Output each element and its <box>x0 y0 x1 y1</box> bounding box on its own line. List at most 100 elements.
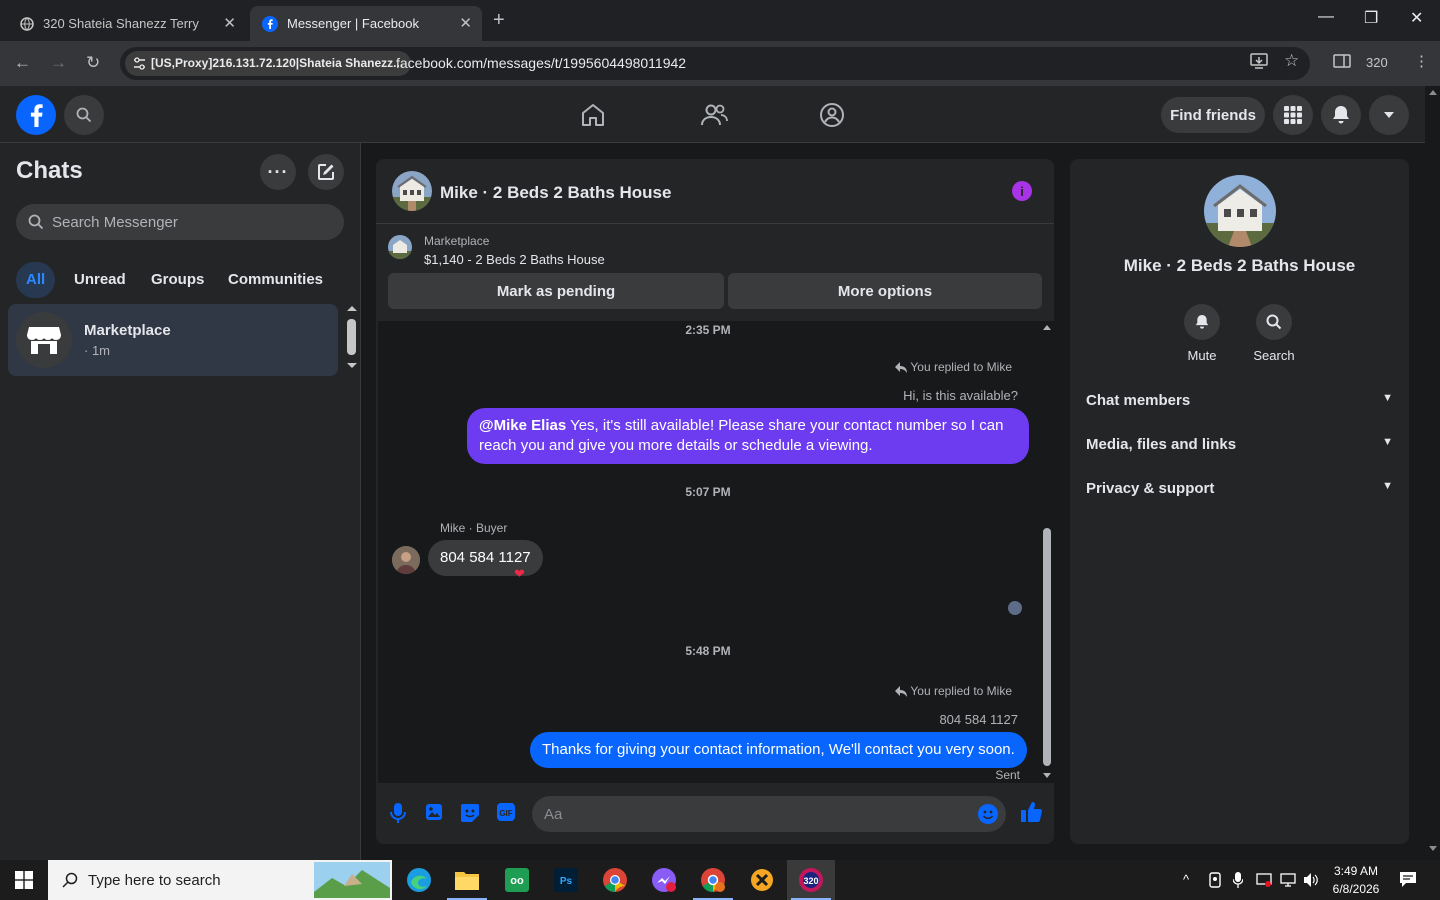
menu-grid-button[interactable] <box>1273 95 1313 135</box>
account-button[interactable] <box>1369 95 1409 135</box>
sticker-icon[interactable] <box>460 803 480 823</box>
message-input[interactable]: Aa <box>532 796 1006 832</box>
globe-icon <box>20 16 34 31</box>
browser-tab-1[interactable]: 320 Shateia Shanezz Terry ✕ <box>8 6 246 41</box>
mention-tag[interactable]: @Mike Elias <box>479 417 566 434</box>
search-placeholder: Search Messenger <box>52 213 178 231</box>
conversation-avatar[interactable] <box>392 171 432 211</box>
new-tab-button[interactable]: + <box>493 9 505 32</box>
search-icon <box>76 107 92 123</box>
mute-button[interactable]: Mute <box>1172 304 1232 363</box>
search-conversation-button[interactable]: Search <box>1244 304 1304 363</box>
listing-title[interactable]: $1,140 - 2 Beds 2 Baths House <box>424 252 605 267</box>
meet-now-icon[interactable] <box>1208 872 1222 888</box>
outgoing-message[interactable]: Thanks for giving your contact informati… <box>530 732 1027 768</box>
conversation-title[interactable]: Mike · 2 Beds 2 Baths House <box>440 183 671 203</box>
timestamp: 5:07 PM <box>685 485 731 499</box>
system-clock[interactable]: 3:49 AM 6/8/2026 <box>1326 862 1386 898</box>
home-icon[interactable] <box>580 103 606 127</box>
bookmark-star-icon[interactable]: ☆ <box>1284 51 1299 71</box>
volume-icon[interactable] <box>1303 872 1319 888</box>
heart-reaction-icon[interactable]: ❤ <box>514 566 525 582</box>
photoshop-icon[interactable]: Ps <box>542 860 590 900</box>
show-hidden-icons-icon[interactable]: ^ <box>1183 872 1189 887</box>
mute-label: Mute <box>1187 348 1217 363</box>
section-privacy-support[interactable]: Privacy & support ▼ <box>1086 480 1393 497</box>
side-panel-icon[interactable] <box>1333 53 1351 69</box>
search-facebook-button[interactable] <box>64 95 104 135</box>
marketplace-listing-bar: Marketplace $1,140 - 2 Beds 2 Baths Hous… <box>376 225 1054 321</box>
listing-thumbnail[interactable] <box>388 235 412 259</box>
chevron-down-icon: ▼ <box>1382 480 1393 492</box>
find-friends-button[interactable]: Find friends <box>1161 97 1265 133</box>
messenger-app-icon[interactable] <box>640 860 688 900</box>
sidebar-scrollbar[interactable] <box>343 303 361 375</box>
outgoing-message[interactable]: @Mike Elias Yes, it's still available! P… <box>467 408 1029 464</box>
tab-title: 320 Shateia Shanezz Terry <box>43 16 199 31</box>
green-app-icon[interactable]: oo <box>493 860 541 900</box>
info-icon[interactable]: i <box>1012 181 1032 201</box>
edge-icon[interactable] <box>395 860 443 900</box>
browser-menu-icon[interactable]: ⋮ <box>1414 52 1429 70</box>
browser-tab-strip: 320 Shateia Shanezz Terry ✕ Messenger | … <box>0 0 1440 41</box>
browser-tab-2[interactable]: Messenger | Facebook ✕ <box>250 6 482 41</box>
close-tab-icon[interactable]: ✕ <box>223 14 236 32</box>
mark-as-pending-button[interactable]: Mark as pending <box>388 273 724 309</box>
filter-groups[interactable]: Groups <box>141 262 214 298</box>
listing-avatar[interactable] <box>1204 175 1276 247</box>
quoted-message[interactable]: 804 584 1127 <box>939 712 1018 727</box>
close-tab-icon[interactable]: ✕ <box>459 14 472 32</box>
filter-all[interactable]: All <box>16 262 56 298</box>
page-scrollbar[interactable] <box>1425 86 1440 860</box>
conversation-panel: Mike · 2 Beds 2 Baths House i Marketplac… <box>376 159 1054 844</box>
messages-scrollbar[interactable] <box>1040 321 1054 783</box>
groups-icon[interactable] <box>819 102 845 128</box>
facebook-logo-icon[interactable] <box>16 95 56 135</box>
filter-communities[interactable]: Communities <box>218 262 333 298</box>
chat-options-button[interactable]: ··· <box>260 154 296 190</box>
x-app-icon[interactable] <box>738 860 786 900</box>
photo-icon[interactable] <box>425 803 443 821</box>
forward-arrow-icon[interactable]: → <box>50 53 67 73</box>
device-tray-icon[interactable] <box>1256 872 1272 888</box>
marketplace-avatar <box>16 312 72 368</box>
filter-unread[interactable]: Unread <box>64 262 136 298</box>
bell-icon <box>1184 304 1220 340</box>
quoted-message[interactable]: Hi, is this available? <box>903 388 1018 403</box>
network-icon[interactable] <box>1280 872 1296 888</box>
restore-icon[interactable]: ❐ <box>1364 8 1378 28</box>
back-arrow-icon[interactable]: ← <box>14 53 31 73</box>
site-info-chip[interactable]: [US,Proxy]216.131.72.120|Shateia Shanezz… <box>125 51 412 76</box>
emoji-icon[interactable] <box>978 804 998 824</box>
minimize-icon[interactable]: — <box>1318 8 1334 26</box>
address-bar[interactable]: [US,Proxy]216.131.72.120|Shateia Shanezz… <box>120 47 1310 80</box>
section-chat-members[interactable]: Chat members ▼ <box>1086 392 1393 409</box>
chrome-icon[interactable] <box>591 860 639 900</box>
friends-icon[interactable] <box>700 103 728 127</box>
more-options-button[interactable]: More options <box>728 273 1042 309</box>
notification-center-icon[interactable] <box>1399 871 1417 888</box>
windows-start-icon[interactable] <box>15 871 33 889</box>
notifications-button[interactable] <box>1321 95 1361 135</box>
microphone-tray-icon[interactable] <box>1233 872 1243 888</box>
taskbar-search-box[interactable]: Type here to search <box>48 860 392 900</box>
search-messenger-input[interactable]: Search Messenger <box>16 204 344 240</box>
like-thumb-icon[interactable] <box>1020 801 1042 823</box>
facebook-favicon-icon <box>262 15 278 32</box>
section-media-files-links[interactable]: Media, files and links ▼ <box>1086 436 1393 453</box>
microphone-icon[interactable] <box>390 803 406 823</box>
close-window-icon[interactable]: ✕ <box>1410 8 1423 28</box>
file-explorer-icon[interactable] <box>443 860 491 900</box>
url-text[interactable]: facebook.com/messages/t/1995604498011942 <box>396 55 686 71</box>
chat-list-item[interactable]: Marketplace · 1m <box>8 304 338 376</box>
profile-label[interactable]: 320 <box>1366 55 1388 70</box>
profile-320-app-icon[interactable]: 320 <box>787 860 835 900</box>
sender-avatar[interactable] <box>392 546 420 574</box>
reload-icon[interactable]: ↻ <box>86 53 100 73</box>
chrome-profile-icon[interactable] <box>689 860 737 900</box>
timestamp: 2:35 PM <box>685 323 731 337</box>
new-message-button[interactable] <box>308 154 344 190</box>
install-app-icon[interactable] <box>1250 53 1268 69</box>
incoming-message[interactable]: 804 584 1127 <box>428 540 543 576</box>
gif-icon[interactable]: GIF <box>497 803 515 821</box>
